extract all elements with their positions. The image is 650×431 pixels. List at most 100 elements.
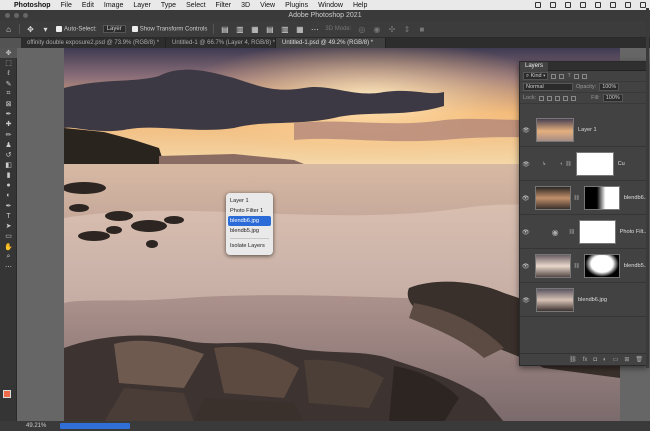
marquee-tool-icon[interactable]: ⬚: [0, 58, 17, 68]
visibility-eye-icon[interactable]: 👁: [520, 195, 531, 202]
align-right-icon[interactable]: ▦: [250, 25, 259, 34]
auto-select-checkbox[interactable]: Auto-Select:: [56, 25, 97, 32]
layer-name[interactable]: blendb5...: [624, 263, 647, 269]
more-options-icon[interactable]: ⋯: [310, 25, 319, 34]
visibility-eye-icon[interactable]: 👁: [520, 161, 532, 168]
hand-tool-icon[interactable]: ✋: [0, 242, 17, 252]
chevron-down-icon[interactable]: ▾: [41, 25, 50, 34]
status-icon-4[interactable]: [580, 2, 586, 8]
chain-link-icon[interactable]: ⛓: [569, 229, 575, 235]
menu-window[interactable]: Window: [318, 2, 343, 9]
status-icon-3[interactable]: [565, 2, 571, 8]
pan-3d-icon[interactable]: ✣: [387, 25, 396, 34]
layer-row[interactable]: 👁 Layer 1: [520, 114, 647, 147]
status-icon-1[interactable]: [535, 2, 541, 8]
move-tool-icon[interactable]: ✥: [0, 48, 17, 59]
layer-name[interactable]: Photo Filt...: [620, 229, 647, 235]
menu-view[interactable]: View: [260, 2, 275, 9]
new-layer-icon[interactable]: ⊞: [624, 356, 629, 363]
menu-edit[interactable]: Edit: [82, 2, 94, 9]
align-bottom-icon[interactable]: ▦: [295, 25, 304, 34]
chain-link-icon[interactable]: ⛓: [565, 161, 571, 167]
minimize-window-button[interactable]: [14, 13, 19, 18]
blur-tool-icon[interactable]: ●: [0, 180, 17, 190]
link-layers-icon[interactable]: ⛓: [569, 356, 577, 363]
lock-position-icon[interactable]: [555, 95, 561, 101]
quick-select-tool-icon[interactable]: ✎: [0, 79, 17, 89]
home-icon[interactable]: ⌂: [4, 25, 13, 34]
lasso-tool-icon[interactable]: ℓ: [0, 68, 17, 78]
menu-image[interactable]: Image: [104, 2, 123, 9]
context-item-blendb5[interactable]: blendb5.jpg: [226, 226, 273, 236]
layer-name[interactable]: Cu: [618, 161, 625, 167]
zoom-tool-icon[interactable]: ⌕: [0, 252, 17, 262]
slide-3d-icon[interactable]: ⇕: [402, 25, 411, 34]
layer-row[interactable]: 👁 blendb6.jpg: [520, 284, 647, 317]
panel-scrollbar[interactable]: [646, 8, 649, 368]
path-selection-tool-icon[interactable]: ➤: [0, 221, 17, 231]
zoom-level[interactable]: 49.21%: [0, 423, 60, 429]
visibility-eye-icon[interactable]: 👁: [520, 229, 532, 236]
lock-transparent-icon[interactable]: [539, 95, 545, 101]
crop-tool-icon[interactable]: ⌗: [0, 89, 17, 99]
context-item-isolate-layers[interactable]: Isolate Layers: [226, 241, 273, 251]
orbit-3d-icon[interactable]: ◎: [357, 25, 366, 34]
roll-3d-icon[interactable]: ◉: [372, 25, 381, 34]
new-adjustment-icon[interactable]: ◐: [603, 357, 607, 363]
chain-link-icon[interactable]: ⛓: [573, 263, 579, 269]
brush-tool-icon[interactable]: ✏: [0, 130, 17, 140]
history-brush-tool-icon[interactable]: ↺: [0, 150, 17, 160]
menu-plugins[interactable]: Plugins: [285, 2, 308, 9]
pen-tool-icon[interactable]: ✒: [0, 201, 17, 211]
status-icon-2[interactable]: [550, 2, 556, 8]
align-left-icon[interactable]: ▤: [220, 25, 229, 34]
foreground-color-swatch[interactable]: [3, 390, 11, 398]
visibility-eye-icon[interactable]: 👁: [520, 297, 532, 304]
filter-kind-dropdown[interactable]: ⌕ Kind ▾: [523, 72, 549, 80]
layer-name[interactable]: blendb6...: [624, 195, 647, 201]
filter-adjustment-icon[interactable]: [559, 73, 565, 79]
new-group-icon[interactable]: ▭: [613, 356, 619, 363]
layer-row[interactable]: 👁 ◉ ⛓ Photo Filt...: [520, 216, 647, 249]
tab-layers[interactable]: Layers: [520, 62, 549, 71]
filter-pixel-icon[interactable]: [551, 73, 557, 79]
align-middle-icon[interactable]: ▥: [280, 25, 289, 34]
menu-file[interactable]: File: [61, 2, 72, 9]
align-top-icon[interactable]: ▤: [265, 25, 274, 34]
context-item-layer-1[interactable]: Layer 1: [226, 196, 273, 206]
add-mask-icon[interactable]: ◘: [593, 357, 597, 363]
transform-controls-checkbox[interactable]: Show Transform Controls: [131, 25, 207, 32]
tab-document-3[interactable]: Untitled-1.psd @ 49.2% (RGB/8) *: [276, 38, 386, 48]
context-item-photo-filter[interactable]: Photo Filter 1: [226, 206, 273, 216]
frame-tool-icon[interactable]: ⊠: [0, 99, 17, 109]
align-center-icon[interactable]: ▥: [235, 25, 244, 34]
trash-icon[interactable]: 🗑: [635, 356, 643, 363]
menu-photoshop[interactable]: Photoshop: [14, 2, 51, 9]
status-icon-6[interactable]: [610, 2, 616, 8]
context-item-blendb6[interactable]: blendb6.jpg: [228, 216, 271, 226]
menu-layer[interactable]: Layer: [133, 2, 151, 9]
status-icon-7[interactable]: [625, 2, 631, 8]
layer-row[interactable]: 👁 ⛓ blendb6...: [520, 182, 647, 215]
filter-smart-object-icon[interactable]: [581, 73, 587, 79]
zoom-window-button[interactable]: [23, 13, 28, 18]
close-window-button[interactable]: [5, 13, 10, 18]
scale-3d-icon[interactable]: ■: [417, 25, 426, 34]
auto-select-dropdown[interactable]: Layer: [102, 25, 126, 33]
tab-document-1[interactable]: offinity double exposure2.psd @ 73.9% (R…: [21, 38, 166, 48]
lock-pixels-icon[interactable]: [547, 95, 553, 101]
layer-name[interactable]: Layer 1: [578, 127, 597, 133]
type-tool-icon[interactable]: T: [0, 211, 17, 221]
opacity-field[interactable]: 100%: [599, 83, 620, 91]
tab-document-2[interactable]: Untitled-1 @ 66.7% (Layer 4, RGB/8) *: [166, 38, 276, 48]
visibility-eye-icon[interactable]: 👁: [520, 127, 532, 134]
more-tools-icon[interactable]: ⋯: [0, 262, 17, 272]
clone-stamp-tool-icon[interactable]: ♟: [0, 140, 17, 150]
filter-shape-icon[interactable]: [573, 73, 579, 79]
layer-row[interactable]: 👁 ↳ ◐ ⛓ Cu: [520, 148, 647, 181]
chain-link-icon[interactable]: ⛓: [573, 195, 579, 201]
menu-select[interactable]: Select: [186, 2, 205, 9]
visibility-eye-icon[interactable]: 👁: [520, 263, 531, 270]
blend-mode-dropdown[interactable]: Normal: [523, 83, 573, 91]
menu-help[interactable]: Help: [353, 2, 367, 9]
